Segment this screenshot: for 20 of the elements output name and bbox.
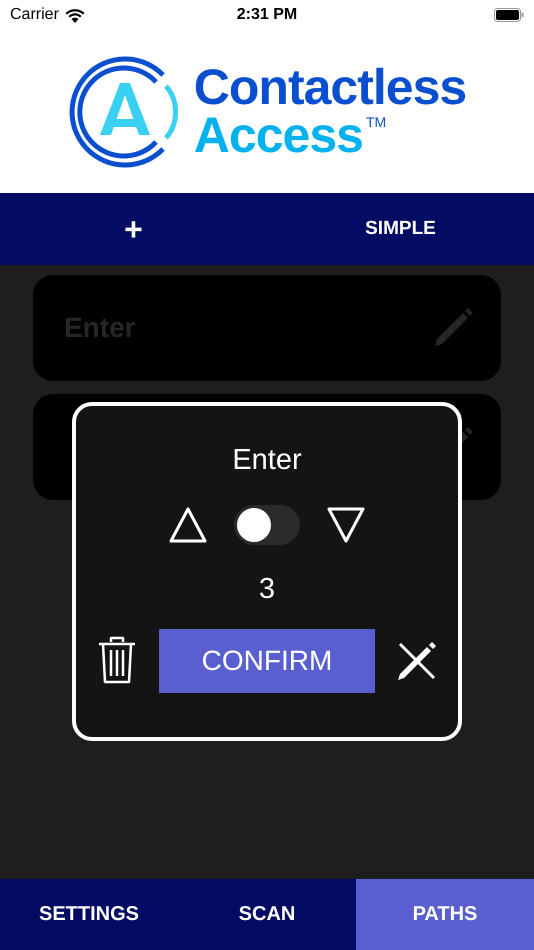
- clock: 2:31 PM: [236, 6, 298, 24]
- trademark: TM: [366, 116, 386, 129]
- up-triangle-icon[interactable]: [168, 506, 208, 544]
- carrier-label: Carrier: [10, 6, 59, 24]
- tab[interactable]: PATHS: [356, 879, 534, 950]
- tab[interactable]: SETTINGS: [0, 879, 178, 950]
- tab[interactable]: SCAN: [178, 879, 356, 950]
- wifi-icon: [64, 8, 85, 22]
- battery-icon: [494, 8, 524, 22]
- logo-title: Contactless: [194, 64, 466, 112]
- count-value: 3: [258, 573, 276, 606]
- dialog-title: Enter: [232, 444, 302, 477]
- down-triangle-icon[interactable]: [326, 506, 366, 544]
- logo-subtitle: Access: [194, 112, 363, 159]
- add-button[interactable]: +: [0, 210, 267, 248]
- toggle-switch[interactable]: [234, 505, 300, 545]
- crossed-pencil-icon[interactable]: [397, 641, 437, 681]
- confirm-button[interactable]: CONFIRM: [159, 629, 375, 693]
- simple-button[interactable]: SIMPLE: [267, 217, 534, 241]
- trash-icon[interactable]: [97, 636, 137, 686]
